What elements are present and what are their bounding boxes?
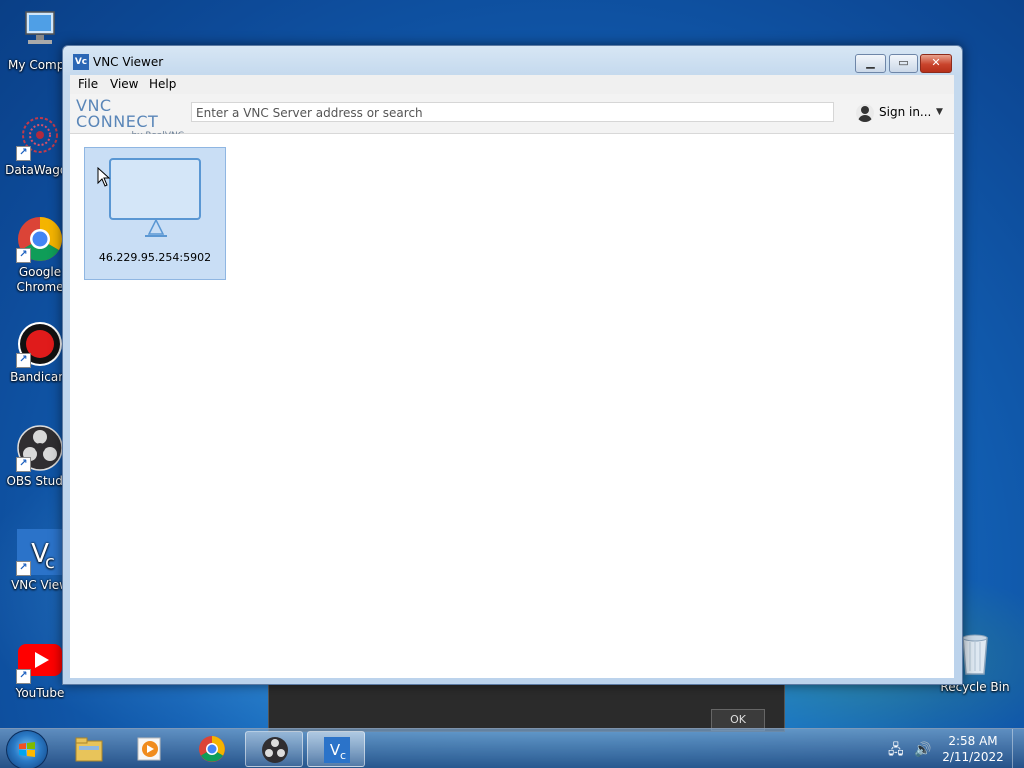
shortcut-arrow-icon: ↗: [16, 248, 31, 263]
minimize-button[interactable]: ▁: [855, 54, 886, 73]
shortcut-arrow-icon: ↗: [16, 353, 31, 368]
windows-logo-icon: [19, 742, 35, 757]
monitor-icon: [109, 158, 201, 220]
desktop-icon-label: Google Chrome: [16, 265, 64, 294]
server-search-input[interactable]: Enter a VNC Server address or search: [191, 102, 834, 122]
explorer-icon: [75, 737, 103, 762]
taskbar-explorer[interactable]: [60, 731, 118, 767]
maximize-icon: ▭: [898, 56, 909, 69]
background-dialog: OK: [268, 683, 785, 732]
obs-icon: [262, 737, 288, 763]
menu-help[interactable]: Help: [149, 77, 176, 91]
taskbar-obs[interactable]: [245, 731, 303, 767]
minimize-icon: ▁: [866, 56, 875, 69]
shortcut-arrow-icon: ↗: [16, 457, 31, 472]
clock-date: 2/11/2022: [942, 750, 1004, 764]
maximize-button[interactable]: ▭: [889, 54, 918, 73]
svg-text:c: c: [45, 552, 55, 573]
vnc-connect-logo: VNC CONNECT by RealVNC: [76, 96, 184, 142]
start-button[interactable]: [6, 730, 48, 768]
svg-text:c: c: [340, 749, 346, 762]
mouse-pointer-icon: [97, 167, 111, 187]
menu-view[interactable]: View: [110, 77, 138, 91]
user-icon: [856, 104, 874, 122]
taskbar-vnc-viewer[interactable]: V c: [307, 731, 365, 767]
desktop-icon-label: YouTube: [15, 686, 65, 700]
chrome-icon: ↗: [16, 215, 64, 263]
shortcut-arrow-icon: ↗: [16, 561, 31, 576]
taskbar-chrome[interactable]: [183, 731, 241, 767]
menu-file[interactable]: File: [78, 77, 98, 91]
chrome-icon: [199, 736, 225, 762]
volume-icon[interactable]: 🔊: [914, 742, 931, 758]
shortcut-arrow-icon: ↗: [16, 669, 31, 684]
system-tray: 🖧 🔊: [888, 739, 932, 763]
media-player-icon: [137, 737, 161, 761]
monitor-stand-icon: [145, 220, 167, 237]
toolbar: VNC CONNECT by RealVNC Enter a VNC Serve…: [70, 94, 954, 142]
bandicam-icon: ↗: [16, 320, 64, 368]
logo-main-text: VNC CONNECT: [76, 96, 159, 131]
shortcut-arrow-icon: ↗: [16, 146, 31, 161]
connection-tile[interactable]: 46.229.95.254:5902: [84, 147, 226, 280]
title-bar[interactable]: Vc VNC Viewer ▁ ▭ ✕: [63, 46, 962, 76]
window-client: File View Help VNC CONNECT by RealVNC En…: [70, 75, 954, 678]
close-icon: ✕: [931, 56, 941, 69]
clock[interactable]: 2:58 AM 2/11/2022: [940, 733, 1006, 765]
show-desktop-button[interactable]: [1012, 729, 1024, 768]
menu-bar: File View Help: [70, 75, 954, 94]
clock-time: 2:58 AM: [948, 734, 998, 748]
vnc-icon: V c ↗: [16, 528, 64, 576]
chevron-down-icon: ▼: [936, 107, 943, 117]
computer-icon: [16, 8, 64, 56]
connection-address: 46.229.95.254:5902: [98, 251, 212, 264]
vnc-app-icon: Vc: [73, 54, 89, 70]
youtube-icon: ↗: [16, 636, 64, 684]
window-title: VNC Viewer: [93, 55, 164, 69]
taskbar-media-player[interactable]: [121, 731, 179, 767]
close-button[interactable]: ✕: [920, 54, 952, 73]
vnc-viewer-window: Vc VNC Viewer ▁ ▭ ✕ File View Help VNC C…: [62, 45, 963, 685]
taskbar: V c 🖧 🔊 2:58 AM 2/11/2022: [0, 728, 1024, 768]
vnc-icon: V c: [324, 737, 350, 763]
network-icon[interactable]: 🖧: [888, 742, 904, 758]
sign-in-button[interactable]: Sign in... ▼: [856, 104, 950, 124]
connections-area: 46.229.95.254:5902: [70, 134, 954, 678]
datawagon-icon: ↗: [16, 113, 64, 161]
obs-icon: ↗: [16, 424, 64, 472]
sign-in-label: Sign in...: [879, 105, 932, 119]
